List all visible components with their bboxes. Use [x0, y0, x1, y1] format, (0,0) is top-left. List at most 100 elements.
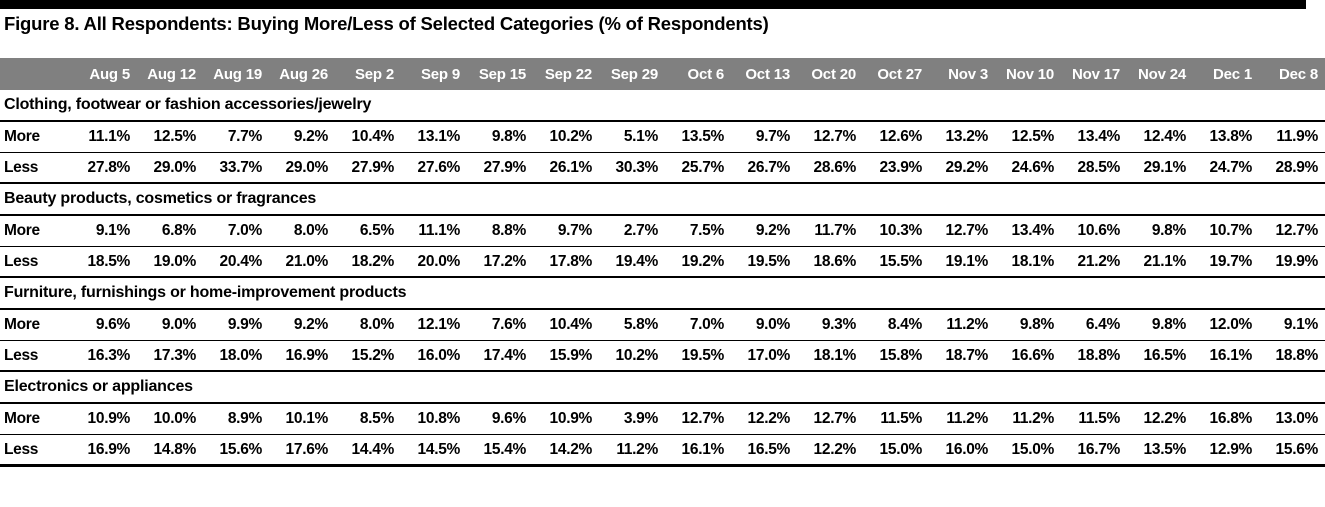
cell: 23.9% [864, 152, 930, 184]
cell: 16.6% [996, 340, 1062, 372]
column-header-nov-3: Nov 3 [948, 65, 988, 83]
column-header-aug-26: Aug 26 [279, 65, 328, 83]
cell: 8.0% [336, 309, 402, 341]
cell: 16.5% [732, 434, 798, 467]
section-label-clothing: Clothing, footwear or fashion accessorie… [0, 90, 1325, 122]
cell: 7.0% [666, 309, 732, 341]
cell: 9.8% [468, 121, 534, 153]
cell: 12.5% [996, 121, 1062, 153]
cell: 10.4% [534, 309, 600, 341]
cell: 11.7% [798, 215, 864, 247]
cell: 13.4% [1062, 121, 1128, 153]
column-header-oct-27: Oct 27 [877, 65, 922, 83]
column-header-dec-8: Dec 8 [1278, 65, 1318, 83]
cell: 12.7% [930, 215, 996, 247]
cell: 24.6% [996, 152, 1062, 184]
cell: 10.8% [402, 403, 468, 435]
cell: 10.9% [72, 403, 138, 435]
cell: 15.5% [864, 246, 930, 278]
section-header-row: Furniture, furnishings or home-improveme… [0, 277, 1325, 310]
cell: 29.0% [270, 152, 336, 184]
cell: 11.1% [402, 215, 468, 247]
cell: 9.8% [1128, 215, 1194, 247]
cell: 10.0% [138, 403, 204, 435]
cell: 15.6% [204, 434, 270, 467]
column-header-oct-20: Oct 20 [811, 65, 856, 83]
cell: 15.4% [468, 434, 534, 467]
cell: 13.4% [996, 215, 1062, 247]
column-header-sep-29: Sep 29 [610, 65, 658, 83]
cell: 9.6% [468, 403, 534, 435]
cell: 28.9% [1260, 152, 1325, 184]
cell: 14.2% [534, 434, 600, 467]
cell: 27.8% [72, 152, 138, 184]
cell: 13.1% [402, 121, 468, 153]
cell: 17.6% [270, 434, 336, 467]
cell: 10.9% [534, 403, 600, 435]
cell: 16.0% [930, 434, 996, 467]
cell: 8.4% [864, 309, 930, 341]
column-header-aug-19: Aug 19 [213, 65, 262, 83]
cell: 12.7% [798, 403, 864, 435]
cell: 11.1% [72, 121, 138, 153]
cell: 7.5% [666, 215, 732, 247]
cell: 17.8% [534, 246, 600, 278]
cell: 17.0% [732, 340, 798, 372]
row-label-less: Less [0, 152, 72, 184]
table-row: Less 16.9% 14.8% 15.6% 17.6% 14.4% 14.5%… [0, 434, 1325, 467]
cell: 9.8% [1128, 309, 1194, 341]
cell: 12.5% [138, 121, 204, 153]
cell: 9.7% [732, 121, 798, 153]
cell: 20.4% [204, 246, 270, 278]
cell: 29.0% [138, 152, 204, 184]
cell: 19.5% [666, 340, 732, 372]
cell: 11.5% [864, 403, 930, 435]
cell: 16.9% [270, 340, 336, 372]
cell: 29.1% [1128, 152, 1194, 184]
row-label-more: More [0, 215, 72, 247]
column-header-aug-12: Aug 12 [147, 65, 196, 83]
cell: 12.2% [1128, 403, 1194, 435]
cell: 17.2% [468, 246, 534, 278]
cell: 3.9% [600, 403, 666, 435]
cell: 10.2% [600, 340, 666, 372]
cell: 21.0% [270, 246, 336, 278]
cell: 28.6% [798, 152, 864, 184]
cell: 16.1% [1194, 340, 1260, 372]
cell: 14.8% [138, 434, 204, 467]
cell: 6.8% [138, 215, 204, 247]
column-header-sep-15: Sep 15 [478, 65, 526, 83]
cell: 29.2% [930, 152, 996, 184]
cell: 11.2% [996, 403, 1062, 435]
cell: 16.1% [666, 434, 732, 467]
cell: 18.8% [1260, 340, 1325, 372]
cell: 12.7% [798, 121, 864, 153]
cell: 27.6% [402, 152, 468, 184]
section-label-furniture: Furniture, furnishings or home-improveme… [0, 277, 1325, 310]
cell: 12.6% [864, 121, 930, 153]
column-header-nov-24: Nov 24 [1138, 65, 1186, 83]
cell: 11.9% [1260, 121, 1325, 153]
cell: 12.4% [1128, 121, 1194, 153]
cell: 27.9% [336, 152, 402, 184]
cell: 16.5% [1128, 340, 1194, 372]
cell: 18.1% [996, 246, 1062, 278]
cell: 21.2% [1062, 246, 1128, 278]
cell: 24.7% [1194, 152, 1260, 184]
cell: 11.2% [930, 403, 996, 435]
cell: 16.7% [1062, 434, 1128, 467]
cell: 12.7% [666, 403, 732, 435]
cell: 13.5% [666, 121, 732, 153]
cell: 11.2% [600, 434, 666, 467]
cell: 16.3% [72, 340, 138, 372]
cell: 33.7% [204, 152, 270, 184]
cell: 19.1% [930, 246, 996, 278]
column-header-dec-1: Dec 1 [1212, 65, 1252, 83]
cell: 7.6% [468, 309, 534, 341]
cell: 10.2% [534, 121, 600, 153]
column-header-sep-2: Sep 2 [354, 65, 394, 83]
cell: 15.8% [864, 340, 930, 372]
cell: 14.5% [402, 434, 468, 467]
cell: 15.0% [996, 434, 1062, 467]
row-label-more: More [0, 309, 72, 341]
